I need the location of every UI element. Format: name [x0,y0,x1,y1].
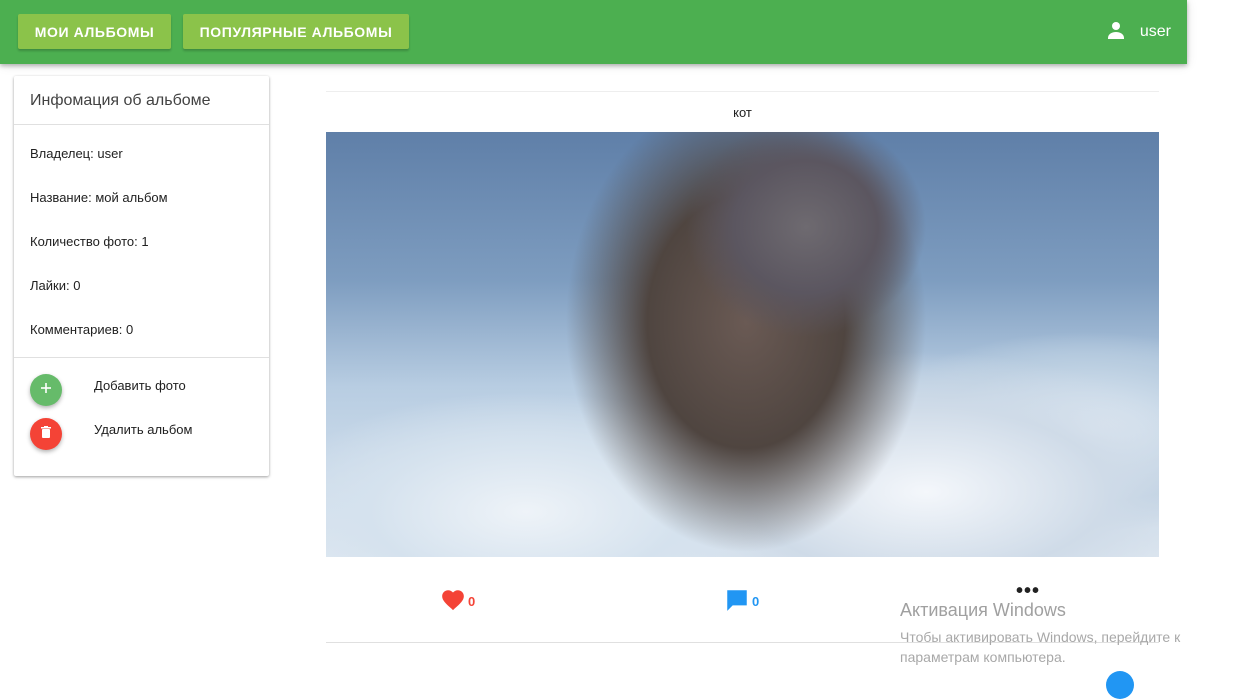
account-icon [1104,18,1128,47]
like-button[interactable]: 0 [440,587,475,616]
divider [14,357,269,358]
photo-image[interactable] [326,132,1159,557]
my-albums-button[interactable]: МОИ АЛЬБОМЫ [18,14,171,49]
likes-count: 0 [468,594,476,609]
delete-album-label[interactable]: Удалить альбом [94,422,192,437]
likes-text: Лайки: 0 [30,278,81,293]
watermark-title: Активация Windows [900,600,1066,620]
comments-count: 0 [752,594,760,609]
watermark-line: Чтобы активировать Windows, перейдите к [900,629,1181,645]
comments-text: Комментариев: 0 [30,322,134,337]
card-title: Инфомация об альбоме [30,92,211,109]
add-photo-label[interactable]: Добавить фото [94,378,186,393]
windows-activation-watermark: Активация Windows Чтобы активировать Win… [900,600,1180,667]
scroll-button[interactable] [1106,671,1134,699]
photo-title: кот [733,105,752,120]
comment-icon [724,587,750,616]
owner-text: Владелец: user [30,146,123,161]
photo-count-text: Количество фото: 1 [30,234,149,249]
album-name-text: Название: мой альбом [30,190,168,205]
divider [326,91,1159,92]
add-photo-button[interactable] [30,374,62,406]
user-menu[interactable]: user [1104,20,1171,44]
comment-button[interactable]: 0 [724,587,759,616]
trash-icon [38,424,54,445]
delete-album-button[interactable] [30,418,62,450]
divider [14,124,269,125]
plus-icon [38,380,54,401]
app-bar: МОИ АЛЬБОМЫ ПОПУЛЯРНЫЕ АЛЬБОМЫ user [0,0,1187,64]
username: user [1139,23,1171,40]
album-info-card: Инфомация об альбоме Владелец: user Назв… [14,76,269,476]
popular-albums-button[interactable]: ПОПУЛЯРНЫЕ АЛЬБОМЫ [183,14,409,49]
watermark-line: параметрам компьютера. [900,649,1066,665]
heart-icon [440,587,466,616]
more-options-button[interactable]: ••• [1016,581,1040,601]
